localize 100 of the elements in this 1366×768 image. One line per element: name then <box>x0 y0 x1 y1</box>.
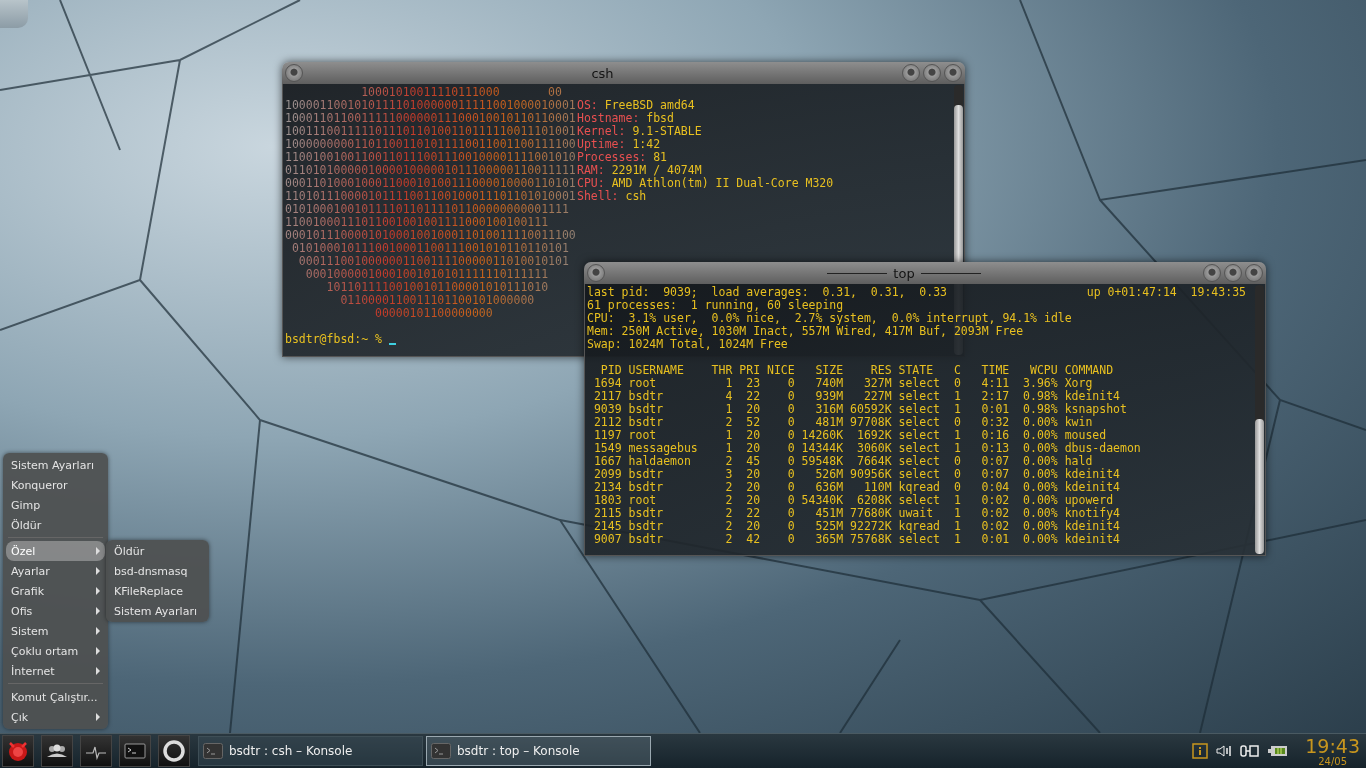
menu-item[interactable]: Öldür <box>6 515 105 535</box>
table-cell-text: 0:02 <box>980 520 1010 533</box>
menu-item[interactable]: Sistem Ayarları <box>109 601 206 621</box>
terminal-line: 61 processes: 1 running, 60 sleeping <box>587 299 845 312</box>
table-cell-text: messagebus <box>627 442 699 455</box>
menu-item[interactable]: Konqueror <box>6 475 105 495</box>
table-cell-text: select <box>897 442 942 455</box>
info-value: 9.1-STABLE <box>631 124 702 138</box>
task-button[interactable]: bsdtr : csh – Konsole <box>198 736 423 766</box>
table-cell-text: 2115 <box>592 507 622 520</box>
table-cell-text: 0.98% <box>1022 403 1058 416</box>
table-cell-text: 4:11 <box>980 377 1010 390</box>
column-header: NICE <box>765 364 795 377</box>
menu-item[interactable]: Özel <box>6 541 105 561</box>
table-cell-text: 9039 <box>592 403 622 416</box>
table-cell-text: 1 <box>724 442 733 455</box>
table-cell-text: root <box>627 377 658 390</box>
table-cell-text: 2134 <box>592 481 622 494</box>
column-header: STATE <box>897 364 935 377</box>
menu-item[interactable]: Komut Çalıştır... <box>6 687 105 707</box>
column-header: PRI <box>738 364 761 377</box>
table-cell: 1 <box>953 520 961 533</box>
table-cell-text: select <box>897 468 942 481</box>
table-cell-text: select <box>897 533 942 546</box>
menu-item[interactable]: Çoklu ortam <box>6 641 105 661</box>
menu-item[interactable]: Çık <box>6 707 105 727</box>
window-title: csh <box>591 65 614 81</box>
table-cell-text: 636M <box>814 481 844 494</box>
table-cell-text: 526M <box>814 468 844 481</box>
table-cell-text: moused <box>1063 429 1108 442</box>
info-label: Shell: <box>577 189 619 203</box>
table-cell-text: hald <box>1063 455 1094 468</box>
menu-item[interactable]: Sistem <box>6 621 105 641</box>
table-cell-text: 0 <box>786 416 795 429</box>
table-cell-text: 939M <box>814 390 844 403</box>
menu-item[interactable]: Öldür <box>109 541 206 561</box>
clock[interactable]: 19:43 24/05 <box>1305 735 1360 767</box>
table-cell-text: 3060K <box>855 442 892 455</box>
info-label: RAM: <box>577 163 605 177</box>
table-cell-text: select <box>897 390 942 403</box>
table-cell-text: upowerd <box>1063 494 1114 507</box>
binary-ascii-art: 10001010011110111000 00 100001100101011110100000011111001000010001 100011011001111100000011100010010110110001 100111001111101110110100110111110011101001 100000000011011001101011110011001100111100 110010010011001101110011100100001111001010 011010100000100001000001011100000110011111 000110100010001100010100111000010000110101 110101110000101111001100100011101101010001 01010001001011110110111101100000000001111 11001000111011001001001111000100100111 000101110000101000100100011010011110011100 0101000101110010001100111001010110110101 000111001000000110011110000011010010101 00010000010001001010101111110111111 10110111100100101100001010111010 0110000110011101100101000000 00000101100000000 <box>285 86 577 320</box>
table-cell-text: 0.00% <box>1022 429 1058 442</box>
info-value: 81 <box>652 150 668 164</box>
table-cell-text: 0:13 <box>980 442 1010 455</box>
info-value: 2291M / 4074M <box>610 163 702 177</box>
table-cell-text: 0.00% <box>1022 507 1058 520</box>
table-cell-text: 97708K <box>849 416 892 429</box>
table-cell-text: 0 <box>786 507 795 520</box>
table-cell-text: bsdtr <box>627 533 665 546</box>
table-cell-text: 60592K <box>849 403 892 416</box>
table-cell-text: kwin <box>1063 416 1093 429</box>
table-cell-text: 0.00% <box>1022 442 1058 455</box>
table-cell-text: 0:01 <box>980 403 1010 416</box>
table-cell-text: 20 <box>745 481 761 494</box>
column-header: THR <box>710 364 733 377</box>
info-label: CPU: <box>577 176 605 190</box>
info-value: 1:42 <box>631 137 661 151</box>
table-cell-text: 0:04 <box>980 481 1010 494</box>
table-cell-text: 3 <box>724 468 733 481</box>
table-cell-text: 4 <box>724 390 733 403</box>
table-cell-text: 0:32 <box>980 416 1010 429</box>
table-cell: 0 <box>953 416 961 429</box>
terminal-line: Mem: 250M Active, 1030M Inact, 557M Wired, 417M Buf, 2093M Free <box>587 325 1025 338</box>
info-label: Hostname: <box>577 111 640 125</box>
menu-item[interactable]: Gimp <box>6 495 105 515</box>
table-cell-text: 525M <box>814 520 844 533</box>
column-header: RES <box>869 364 892 377</box>
table-cell: 1 <box>953 507 961 520</box>
column-header: TIME <box>980 364 1010 377</box>
table-cell-text: 0 <box>786 442 795 455</box>
menu-item[interactable]: Ofis <box>6 601 105 621</box>
table-cell-text: 22 <box>745 390 761 403</box>
table-cell: 1 <box>953 390 961 403</box>
info-value: csh <box>624 189 647 203</box>
menu-item[interactable]: bsd-dnsmasq <box>109 561 206 581</box>
menu-item[interactable]: İnternet <box>6 661 105 681</box>
menu-item[interactable]: KFileReplace <box>109 581 206 601</box>
table-cell-text: uwait <box>897 507 935 520</box>
table-cell-text: 227M <box>862 390 892 403</box>
table-cell: 1 <box>953 429 961 442</box>
table-cell-text: 1803 <box>592 494 622 507</box>
table-cell-text: 1692K <box>855 429 892 442</box>
table-cell-text: 1694 <box>592 377 622 390</box>
table-cell-text: 0.00% <box>1022 416 1058 429</box>
table-cell-text: kqread <box>897 520 942 533</box>
table-cell-text: 20 <box>745 429 761 442</box>
table-cell-text: 0 <box>786 494 795 507</box>
table-cell-text: 2117 <box>592 390 622 403</box>
table-cell-text: knotify4 <box>1063 507 1121 520</box>
table-cell-text: kqread <box>897 481 942 494</box>
task-button[interactable]: bsdtr : top – Konsole <box>426 736 651 766</box>
menu-item[interactable]: Sistem Ayarları <box>6 455 105 475</box>
menu-item[interactable]: Grafik <box>6 581 105 601</box>
table-cell-text: 0 <box>786 377 795 390</box>
table-cell-text: 0.98% <box>1022 390 1058 403</box>
table-cell-text: 1667 <box>592 455 622 468</box>
table-cell-text: 14260K <box>800 429 844 442</box>
menu-item[interactable]: Ayarlar <box>6 561 105 581</box>
table-cell-text: kdeinit4 <box>1063 481 1121 494</box>
